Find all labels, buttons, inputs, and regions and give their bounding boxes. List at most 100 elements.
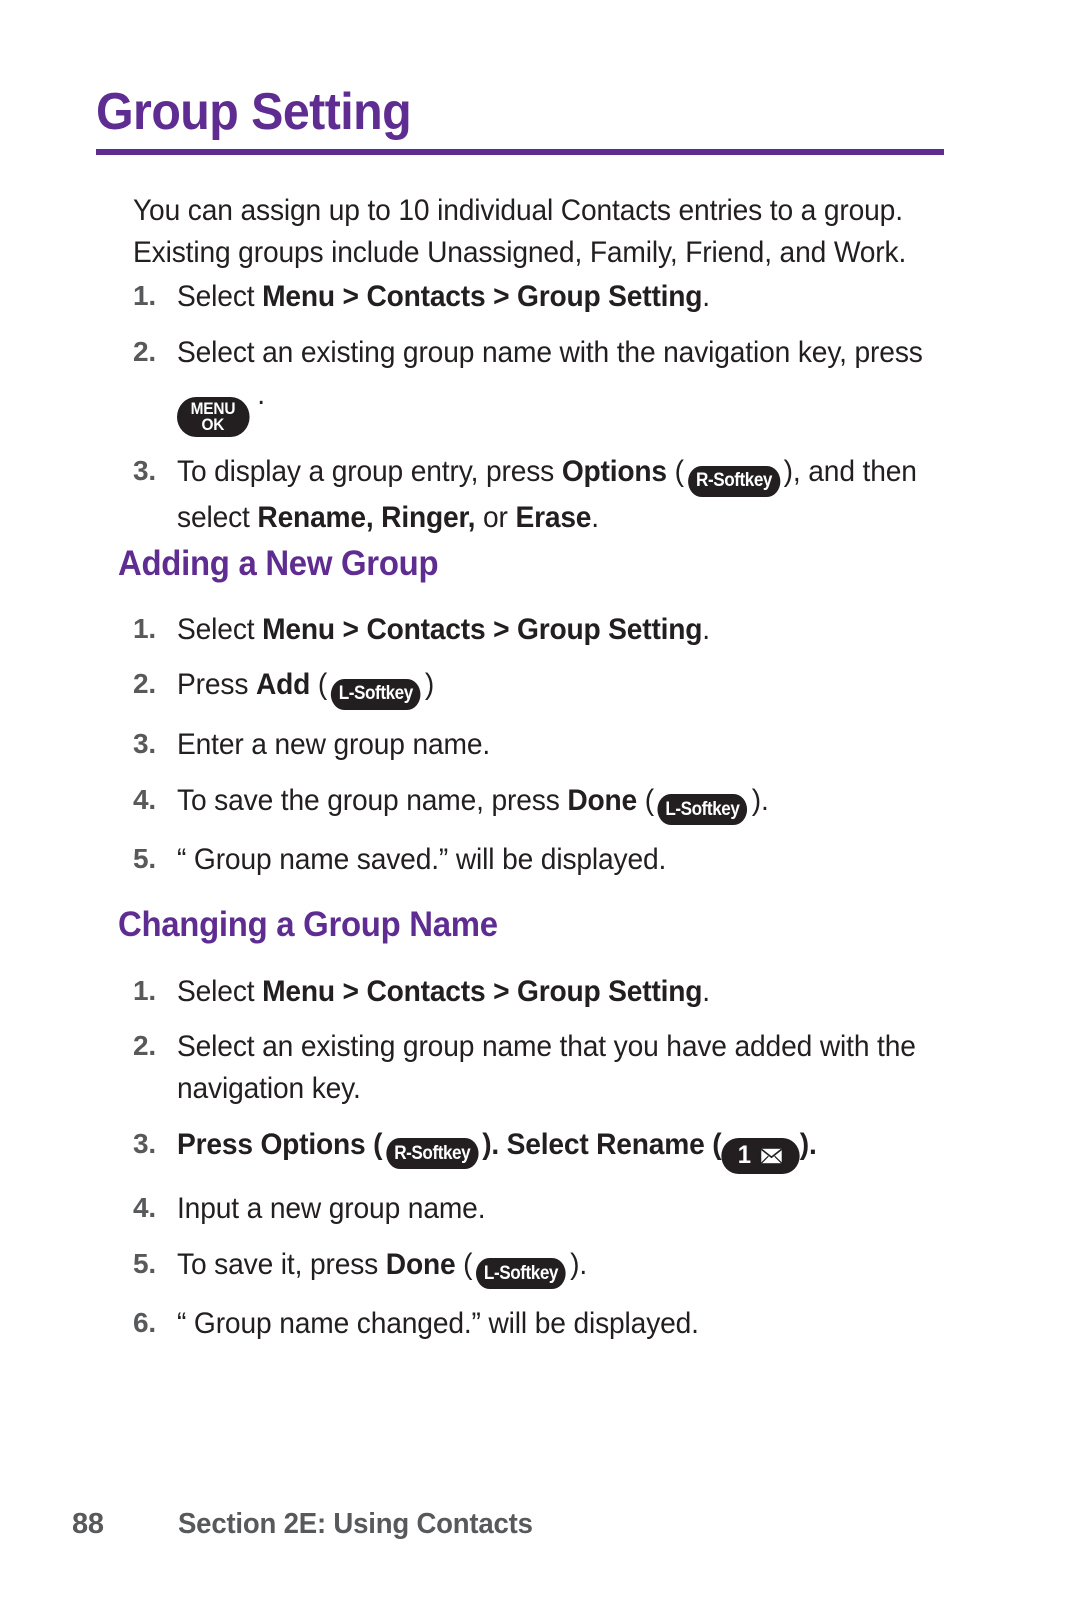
step-number: 4. <box>132 783 156 815</box>
intro-paragraph: You can assign up to 10 individual Conta… <box>133 194 907 270</box>
step-text: Select an existing group name that you h… <box>177 1026 932 1110</box>
emphasis-text: Rename <box>596 1128 705 1162</box>
step-text: Input a new group name. <box>177 1188 932 1230</box>
step-item: 2. Press Add (L-Softkey) <box>118 664 968 710</box>
r-softkey-key-icon: R-Softkey <box>386 1138 479 1170</box>
plain-text: Select <box>177 974 263 1008</box>
plain-text: Select an existing group name with the n… <box>177 335 923 369</box>
page-footer: 88 Section 2E: Using Contacts <box>72 1508 1012 1541</box>
emphasis-text: Menu > Contacts > Group Setting <box>262 974 703 1008</box>
step-number: 1. <box>132 974 156 1006</box>
footer-page-number: 88 <box>72 1508 104 1540</box>
emphasis-text: ). <box>799 1128 817 1162</box>
emphasis-text: Done <box>385 1247 456 1281</box>
emphasis-text: ( <box>365 1128 383 1162</box>
step-text: “ Group name changed.” will be displayed… <box>177 1303 932 1345</box>
plain-text: . <box>249 377 265 411</box>
plain-text: ). <box>570 1247 588 1281</box>
emphasis-text: Erase <box>515 500 592 534</box>
plain-text: ( <box>637 783 654 817</box>
step-number: 3. <box>132 1128 156 1160</box>
step-text: To display a group entry, press Options … <box>177 451 932 538</box>
step-item: 1. Select Menu > Contacts > Group Setting… <box>118 971 968 1013</box>
step-item: 5. To save it, press Done (L-Softkey). <box>118 1244 968 1289</box>
plain-text: ) <box>424 668 435 702</box>
step-item: 3. To display a group entry, press Option… <box>118 451 968 538</box>
step-item: 3. Press Options (R-Softkey). Select Rena… <box>118 1124 968 1174</box>
number-one-envelope-key-icon: 1 <box>721 1137 800 1174</box>
step-item: 3. Enter a new group name. <box>118 724 968 766</box>
page-title-block: Group Setting <box>96 83 944 156</box>
step-list-group-setting: 1. Select Menu > Contacts > Group Setting… <box>118 276 968 539</box>
plain-text: . <box>591 500 599 534</box>
step-number: 5. <box>132 1247 156 1279</box>
step-item: 1. Select Menu > Contacts > Group Setting… <box>118 609 968 651</box>
emphasis-text: Options <box>260 1128 366 1162</box>
step-item: 1. Select Menu > Contacts > Group Setting… <box>118 276 968 318</box>
step-text: Enter a new group name. <box>177 724 932 766</box>
subheading-adding-a-new-group: Adding a New Group <box>118 544 439 583</box>
l-softkey-key-icon: L-Softkey <box>657 793 748 825</box>
plain-text: “ Group name changed.” will be displayed… <box>177 1306 699 1340</box>
step-text: Select Menu > Contacts > Group Setting. <box>177 971 932 1013</box>
l-softkey-key-icon: L-Softkey <box>476 1257 567 1289</box>
plain-text: ( <box>310 668 328 702</box>
step-number: 5. <box>132 842 156 874</box>
step-number: 2. <box>132 335 156 367</box>
section-adding-a-new-group: Adding a New Group 1. Select Menu > Conta… <box>118 544 968 895</box>
step-text: “ Group name saved.” will be displayed. <box>177 839 932 881</box>
footer-section-label: Section 2E: Using Contacts <box>178 1508 533 1540</box>
step-item: 6. “ Group name changed.” will be display… <box>118 1303 968 1345</box>
title-divider <box>96 149 944 156</box>
emphasis-text: Add <box>255 668 311 702</box>
plain-text: Select <box>177 612 263 646</box>
emphasis-text: Menu > Contacts > Group Setting <box>262 280 703 313</box>
emphasis-text: ). Select <box>482 1128 597 1162</box>
plain-text: . <box>702 280 710 313</box>
plain-text: . <box>702 612 710 646</box>
key-digit: 1 <box>737 1141 751 1170</box>
step-text: To save it, press Done (L-Softkey). <box>177 1244 932 1289</box>
step-item: 2. Select an existing group name that you… <box>118 1026 968 1110</box>
plain-text: To display a group entry, press <box>177 455 562 489</box>
step-number: 2. <box>132 668 156 700</box>
emphasis-text: Done <box>567 783 638 817</box>
step-list-changing-a-group-name: 1. Select Menu > Contacts > Group Setting… <box>118 971 968 1345</box>
menu-ok-key-line2: OK <box>201 415 225 435</box>
l-softkey-key-icon: L-Softkey <box>331 678 421 710</box>
step-text: To save the group name, press Done (L-So… <box>177 780 932 825</box>
step-number: 1. <box>132 612 156 644</box>
step-text: Select an existing group name with the n… <box>177 332 932 438</box>
emphasis-text: Rename, Ringer, <box>257 500 476 534</box>
plain-text: Input a new group name. <box>177 1191 486 1225</box>
step-number: 1. <box>132 280 156 311</box>
plain-text: “ Group name saved.” will be displayed. <box>177 842 667 876</box>
step-number: 3. <box>132 455 156 487</box>
emphasis-text: Press <box>177 1128 261 1162</box>
manual-page: Group Setting You can assign up to 10 in… <box>0 0 1080 1620</box>
step-number: 4. <box>132 1191 156 1223</box>
r-softkey-key-icon: R-Softkey <box>687 465 780 497</box>
plain-text: ( <box>455 1247 473 1281</box>
step-list-adding-a-new-group: 1. Select Menu > Contacts > Group Setting… <box>118 609 968 881</box>
step-item: 2. Select an existing group name with the… <box>118 332 968 438</box>
subheading-changing-a-group-name: Changing a Group Name <box>118 905 498 944</box>
plain-text: . <box>702 974 710 1008</box>
plain-text: To save it, press <box>177 1247 386 1281</box>
envelope-icon <box>759 1146 784 1165</box>
step-text: Select Menu > Contacts > Group Setting. <box>177 276 932 318</box>
emphasis-text: Menu > Contacts > Group Setting <box>262 612 703 646</box>
plain-text: Select an existing group name that you h… <box>177 1030 916 1106</box>
plain-text: Select <box>177 280 263 313</box>
plain-text: Enter a new group name. <box>177 727 491 761</box>
step-number: 6. <box>132 1306 156 1338</box>
step-item: 4. To save the group name, press Done (L-… <box>118 780 968 825</box>
plain-text: or <box>475 500 516 534</box>
emphasis-text: Options <box>561 455 667 489</box>
step-item: 5. “ Group name saved.” will be displayed… <box>118 839 968 881</box>
emphasis-text: ( <box>704 1128 722 1162</box>
step-number: 2. <box>132 1030 156 1062</box>
plain-text: ( <box>666 455 684 489</box>
page-title: Group Setting <box>96 83 412 141</box>
menu-ok-key-icon: MENU OK <box>177 397 250 438</box>
